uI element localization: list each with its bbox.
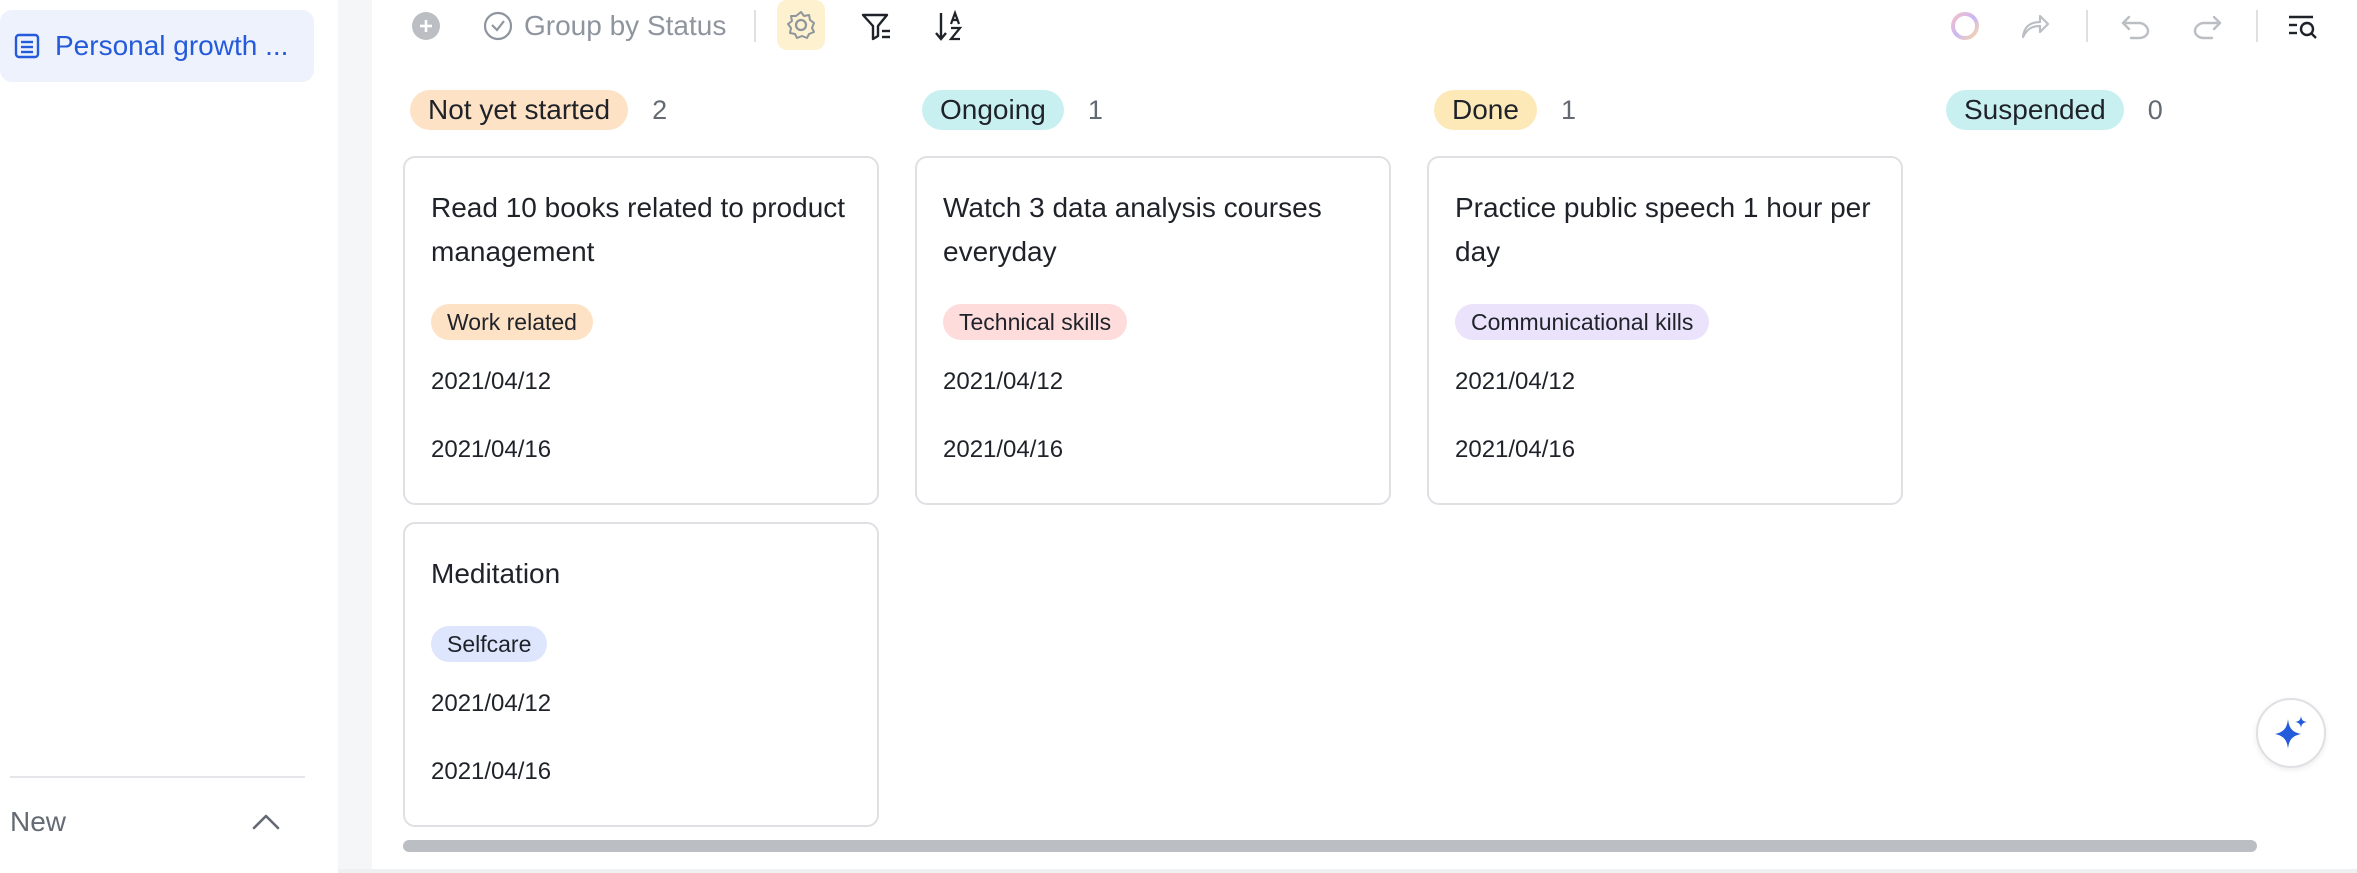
sync-status (1945, 6, 1985, 46)
card-tag: Communicational kills (1455, 304, 1710, 340)
kanban-card[interactable]: Meditation Selfcare 2021/04/12 2021/04/1… (403, 522, 879, 827)
loading-ring-icon (1951, 12, 1979, 40)
column-header-ongoing: Ongoing 1 (922, 90, 1103, 130)
redo-button[interactable] (2187, 6, 2227, 46)
card-title: Read 10 books related to product managem… (431, 192, 846, 267)
sort-button[interactable] (929, 6, 969, 46)
card-end-date: 2021/04/16 (431, 758, 552, 785)
plus-circle-icon (412, 12, 440, 40)
column-header-done: Done 1 (1434, 90, 1576, 130)
bottom-border (338, 869, 2357, 873)
status-pill: Not yet started (410, 90, 629, 130)
card-tag: Technical skills (943, 304, 1128, 340)
status-pill: Ongoing (922, 90, 1064, 130)
add-record-button[interactable] (408, 8, 444, 44)
toolbar: Group by Status (372, 0, 2357, 56)
toolbar-separator (2256, 10, 2258, 42)
kanban-card[interactable]: Watch 3 data analysis courses everyday T… (915, 156, 1391, 505)
sidebar: Personal growth ... New (0, 0, 338, 873)
column-count: 0 (2147, 94, 2163, 125)
filter-icon (861, 13, 890, 41)
card-start-date: 2021/04/12 (943, 368, 1064, 395)
horizontal-scrollbar[interactable] (403, 840, 2257, 852)
redo-icon (2193, 15, 2222, 40)
gear-icon (787, 11, 815, 39)
sidebar-new-label[interactable]: New (10, 800, 66, 844)
sparkle-icon (2275, 716, 2307, 749)
undo-icon (2121, 15, 2150, 40)
column-count: 1 (1087, 94, 1103, 125)
toolbar-separator (754, 10, 756, 42)
status-pill: Suspended (1946, 90, 2124, 130)
chevron-up-icon[interactable] (248, 804, 284, 840)
group-by-button[interactable]: Group by Status (482, 4, 726, 48)
check-circle-icon (483, 11, 513, 41)
sidebar-divider (10, 776, 305, 778)
column-header-not-yet-started: Not yet started 2 (410, 90, 667, 130)
kanban-card[interactable]: Practice public speech 1 hour per day Co… (1427, 156, 1903, 505)
sort-icon (935, 9, 963, 41)
toolbar-separator (2086, 10, 2088, 42)
table-icon (14, 33, 40, 59)
card-tag: Selfcare (431, 626, 548, 662)
card-title: Watch 3 data analysis courses everyday (943, 192, 1322, 267)
sidebar-gutter (338, 0, 372, 873)
card-start-date: 2021/04/12 (431, 690, 552, 717)
card-end-date: 2021/04/16 (431, 436, 552, 463)
column-count: 1 (1560, 94, 1576, 125)
sidebar-item-label: Personal growth ... (55, 30, 289, 61)
column-count: 2 (652, 94, 668, 125)
filter-button[interactable] (856, 6, 896, 46)
card-tag: Work related (431, 304, 593, 340)
card-end-date: 2021/04/16 (943, 436, 1064, 463)
ai-assistant-button[interactable] (2256, 698, 2326, 768)
sidebar-item-personal-growth[interactable]: Personal growth ... (0, 10, 314, 82)
column-header-suspended: Suspended 0 (1946, 90, 2163, 130)
card-start-date: 2021/04/12 (431, 368, 552, 395)
share-button[interactable] (2015, 6, 2055, 46)
kanban-card[interactable]: Read 10 books related to product managem… (403, 156, 879, 505)
card-title: Meditation (431, 558, 561, 589)
card-title: Practice public speech 1 hour per day (1455, 192, 1871, 267)
share-icon (2021, 14, 2050, 39)
card-end-date: 2021/04/16 (1455, 436, 1576, 463)
search-list-icon (2289, 15, 2317, 39)
status-pill: Done (1434, 90, 1537, 130)
undo-button[interactable] (2116, 6, 2156, 46)
group-by-label: Group by Status (524, 10, 727, 41)
card-start-date: 2021/04/12 (1455, 368, 1576, 395)
view-settings-button[interactable] (777, 0, 825, 50)
search-records-button[interactable] (2282, 6, 2322, 46)
